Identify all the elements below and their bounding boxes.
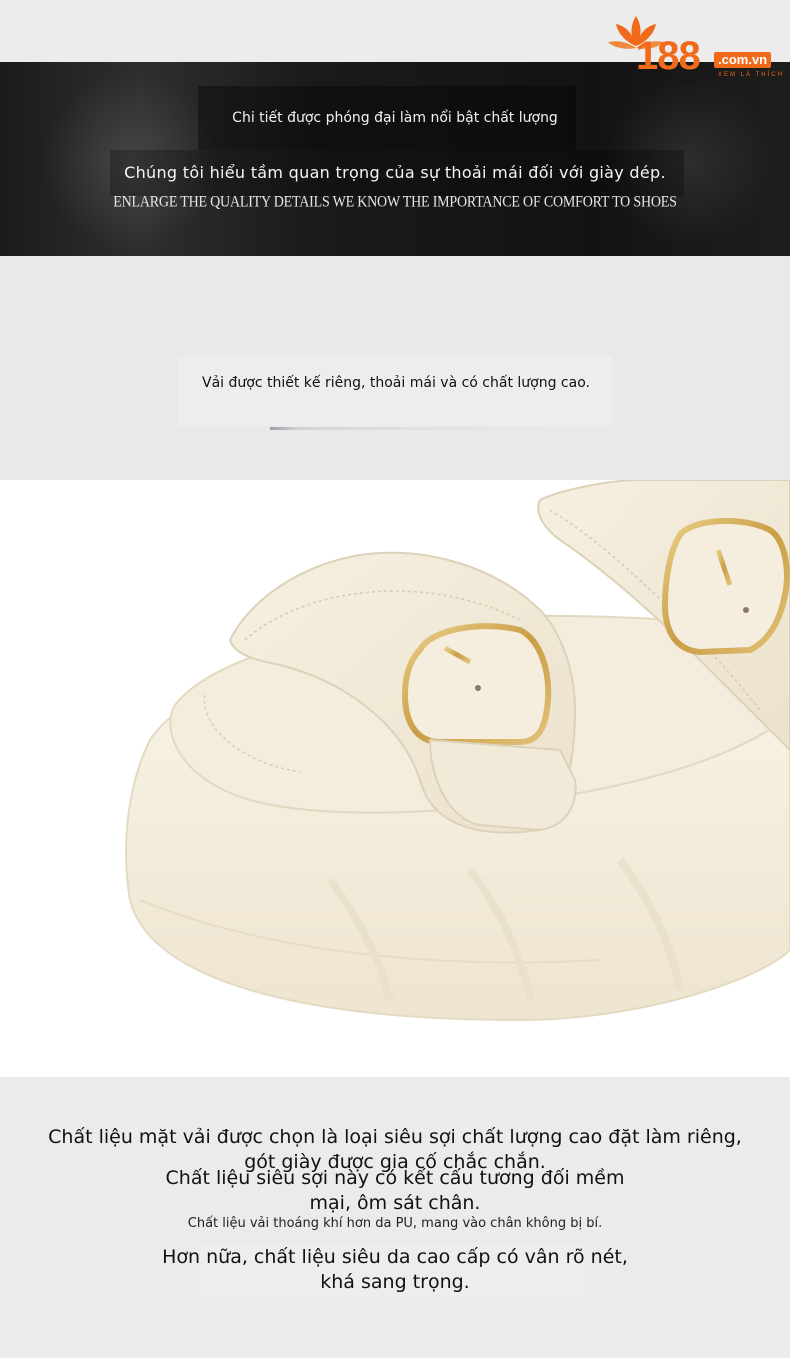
site-logo[interactable]: 188 .com.vn XEM LÀ THÍCH — [606, 12, 784, 84]
banner-english-tagline: ENLARGE THE QUALITY DETAILS WE KNOW THE … — [113, 193, 677, 212]
back-buckle — [661, 518, 790, 656]
caption-text: Vải được thiết kế riêng, thoải mái và có… — [202, 375, 590, 391]
logo-number: 188 — [636, 34, 701, 78]
sandal-illustration — [125, 480, 790, 1022]
description-paragraph-3: Chất liệu vải thoáng khí hơn da PU, mang… — [187, 1216, 603, 1231]
banner-heading: Chi tiết được phóng đại làm nổi bật chất… — [232, 110, 558, 126]
caption-section: Vải được thiết kế riêng, thoải mái và có… — [0, 256, 790, 480]
description-paragraph-4: Hơn nữa, chất liệu siêu da cao cấp có vâ… — [162, 1246, 628, 1293]
description-paragraph-2: Chất liệu siêu sợi này có kết cấu tương … — [165, 1167, 625, 1214]
caption-divider — [270, 427, 550, 430]
logo-tagline: XEM LÀ THÍCH — [718, 72, 784, 78]
logo-domain: .com.vn — [714, 52, 772, 69]
description-section: Chất liệu mặt vải được chọn là loại siêu… — [0, 1077, 790, 1358]
caption-panel — [178, 356, 612, 426]
product-image — [0, 480, 790, 1077]
front-buckle — [401, 623, 552, 745]
banner-subheading: Chúng tôi hiểu tầm quan trọng của sự tho… — [124, 163, 666, 182]
quality-banner: Chi tiết được phóng đại làm nổi bật chất… — [0, 62, 790, 256]
